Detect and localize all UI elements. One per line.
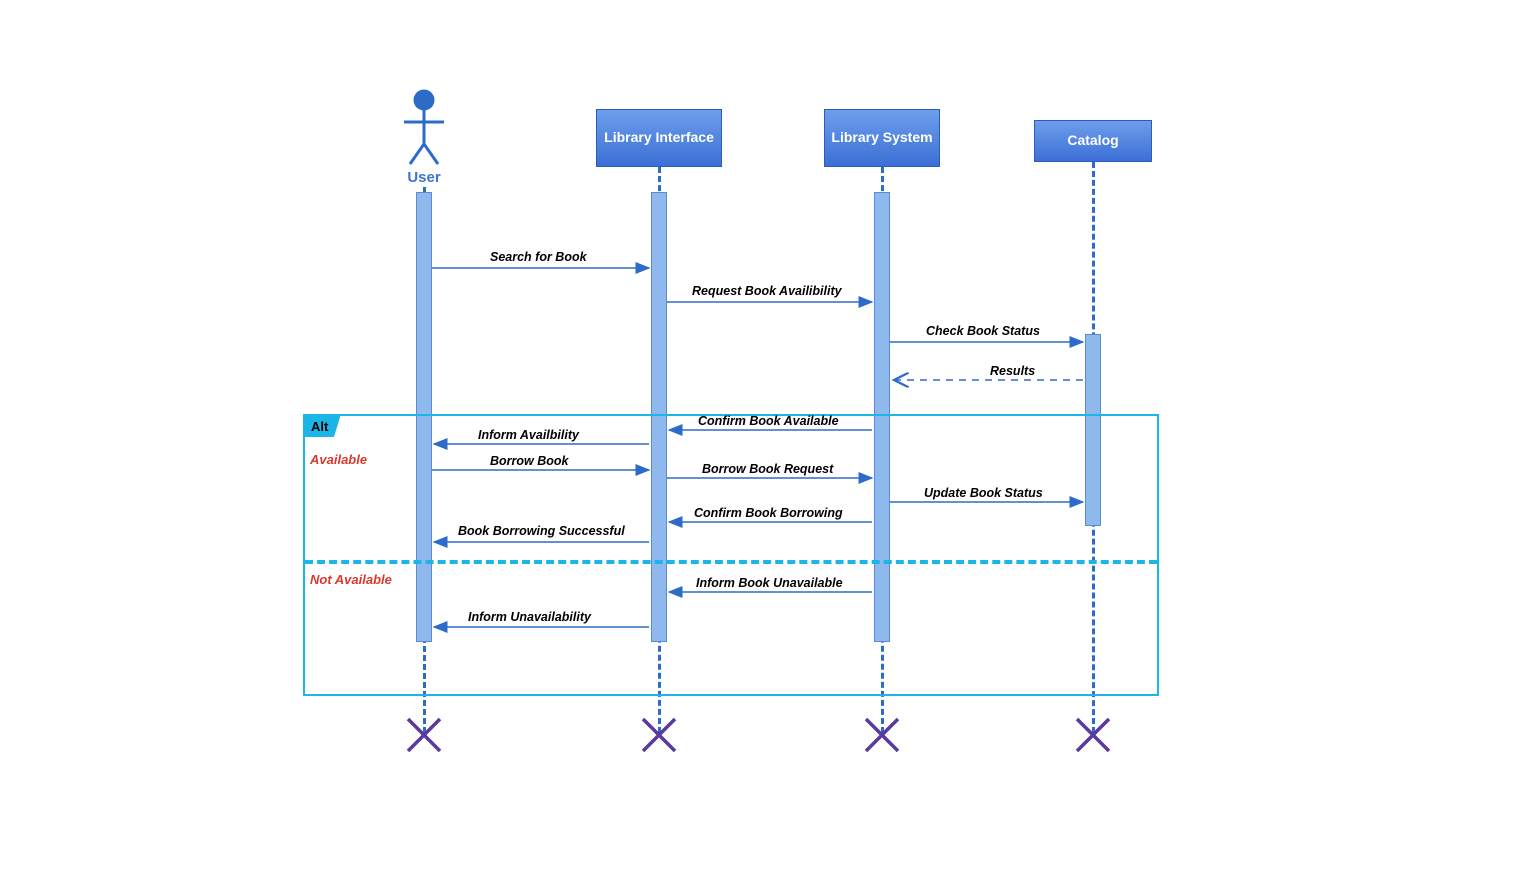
message-borrowing-successful: Book Borrowing Successful xyxy=(458,524,625,538)
actor-user-label: User xyxy=(400,169,448,186)
message-inform-unavailable: Inform Book Unavailable xyxy=(696,576,843,590)
message-borrow-request: Borrow Book Request xyxy=(702,462,833,476)
message-search-for-book: Search for Book xyxy=(490,250,587,264)
message-update-status: Update Book Status xyxy=(924,486,1043,500)
participant-library-interface: Library Interface xyxy=(596,109,722,167)
sequence-diagram: User Library Interface Library System Ca… xyxy=(38,22,1478,850)
message-confirm-borrowing: Confirm Book Borrowing xyxy=(694,506,843,520)
participant-label: Library System xyxy=(831,129,932,147)
alt-condition-available: Available xyxy=(310,452,367,467)
alt-condition-not-available: Not Available xyxy=(310,572,392,587)
participant-library-system: Library System xyxy=(824,109,940,167)
participant-catalog: Catalog xyxy=(1034,120,1152,162)
message-check-book-status: Check Book Status xyxy=(926,324,1040,338)
message-inform-availability: Inform Availbility xyxy=(478,428,579,442)
message-results: Results xyxy=(990,364,1035,378)
alt-divider xyxy=(305,560,1157,564)
alt-fragment xyxy=(303,414,1159,696)
participant-label: Catalog xyxy=(1067,132,1118,150)
participant-label: Library Interface xyxy=(604,129,714,147)
message-confirm-available: Confirm Book Available xyxy=(698,414,839,428)
message-inform-unavailability: Inform Unavailability xyxy=(468,610,591,624)
message-borrow-book: Borrow Book xyxy=(490,454,568,468)
message-request-availability: Request Book Availibility xyxy=(692,284,842,298)
diagram-canvas: User Library Interface Library System Ca… xyxy=(38,22,1478,850)
